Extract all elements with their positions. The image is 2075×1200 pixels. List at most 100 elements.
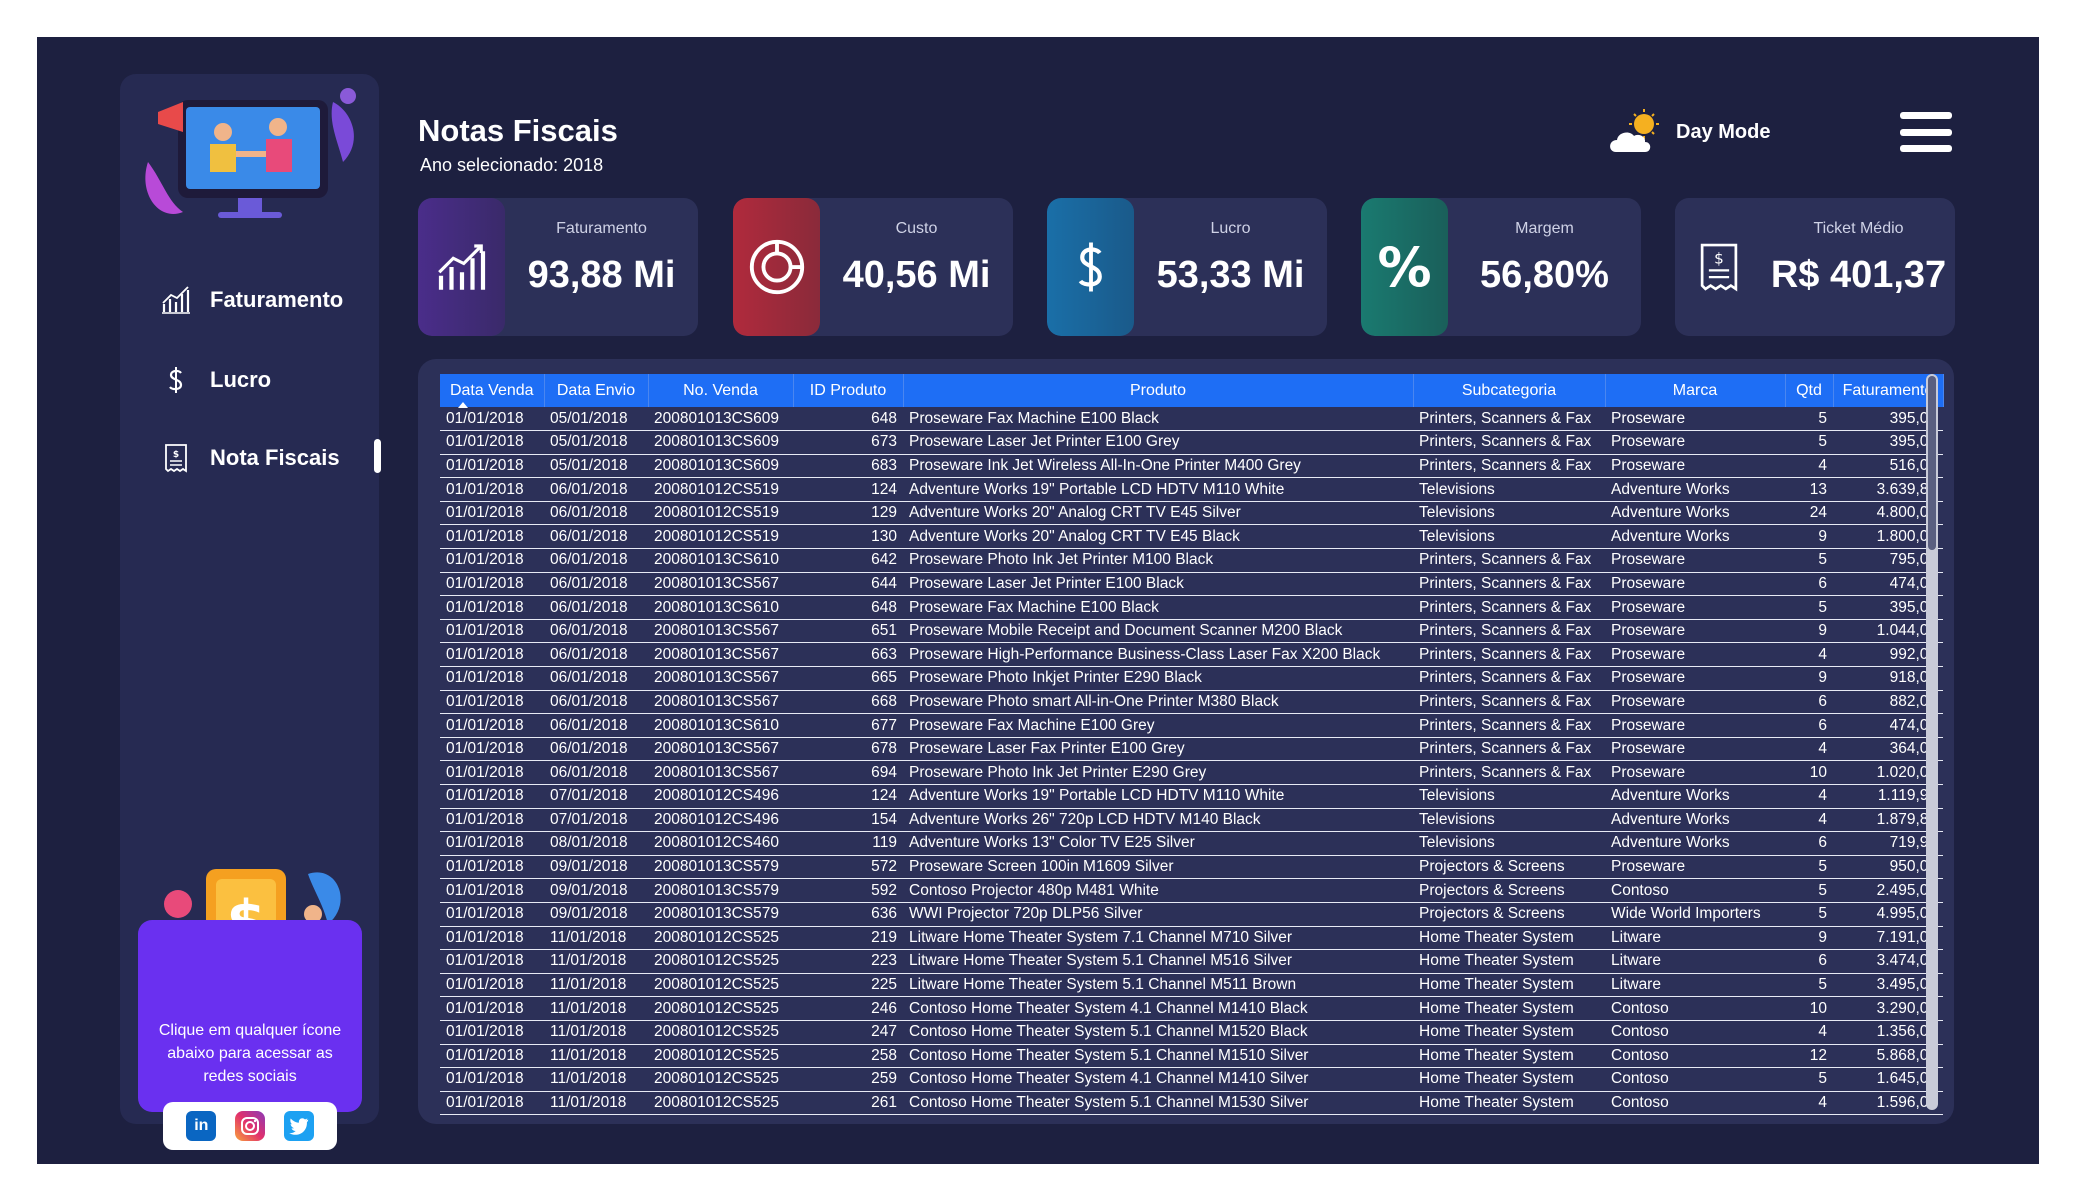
table-row[interactable]: 01/01/2018 11/01/2018 200801012CS525 247 Con…	[440, 1020, 1943, 1045]
table-row[interactable]: 01/01/2018 11/01/2018 200801012CS525 259 Con…	[440, 1067, 1943, 1092]
table-row[interactable]: 01/01/2018 09/01/2018 200801013CS579 572 Pro…	[440, 855, 1943, 880]
table-row[interactable]: 01/01/2018 05/01/2018 200801013CS609 648 Pro…	[440, 407, 1943, 432]
table-cell: 4	[1785, 1091, 1833, 1116]
scrollbar-thumb[interactable]	[1928, 376, 1936, 550]
table-row[interactable]: 01/01/2018 11/01/2018 200801012CS525 261 Con…	[440, 1091, 1943, 1116]
table-cell: 663	[793, 642, 903, 668]
table-cell: Projectors & Screens	[1413, 855, 1605, 880]
day-mode-toggle[interactable]: Day Mode	[1608, 108, 1770, 156]
column-header[interactable]: No. Venda	[648, 374, 794, 407]
table-row[interactable]: 01/01/2018 11/01/2018 200801012CS525 225 Lit…	[440, 973, 1943, 998]
table-row[interactable]: 01/01/2018 06/01/2018 200801013CS610 642 Pro…	[440, 548, 1943, 573]
invoice-table: Data Venda Data Envio No. Venda ID Produto P…	[440, 374, 1944, 1116]
table-cell: 4	[1785, 1020, 1833, 1045]
table-cell: 05/01/2018	[544, 430, 648, 455]
table-cell: Printers, Scanners & Fax	[1413, 619, 1605, 644]
table-cell: Contoso Home Theater System 5.1 Channel …	[903, 1044, 1413, 1069]
table-row[interactable]: 01/01/2018 06/01/2018 200801013CS567 651 Pro…	[440, 619, 1943, 644]
table-row[interactable]: 01/01/2018 11/01/2018 200801012CS525 258 Con…	[440, 1044, 1943, 1069]
column-header[interactable]: Data Venda	[440, 374, 545, 407]
percent-icon: %	[1361, 198, 1448, 336]
table-cell: Proseware Mobile Receipt and Document Sc…	[903, 619, 1413, 644]
table-cell: Printers, Scanners & Fax	[1413, 572, 1605, 597]
table-cell: 13	[1785, 477, 1833, 502]
column-header[interactable]: Qtd	[1785, 374, 1834, 407]
sidebar-item-lucro[interactable]: Lucro	[160, 364, 271, 396]
table-row[interactable]: 01/01/2018 06/01/2018 200801013CS567 663 Pro…	[440, 642, 1943, 668]
table-cell: 261	[793, 1091, 903, 1116]
table-row[interactable]: 01/01/2018 06/01/2018 200801013CS610 648 Pro…	[440, 595, 1943, 620]
table-cell: 01/01/2018	[440, 784, 544, 809]
table-cell: Televisions	[1413, 784, 1605, 809]
column-header[interactable]: ID Produto	[793, 374, 904, 407]
table-cell: 6	[1785, 690, 1833, 715]
table-row[interactable]: 01/01/2018 07/01/2018 200801012CS496 154 Adv…	[440, 808, 1943, 833]
table-row[interactable]: 01/01/2018 06/01/2018 200801012CS519 130 Adv…	[440, 524, 1943, 550]
table-cell: Contoso	[1605, 1091, 1785, 1116]
table-cell: 5	[1785, 973, 1833, 998]
table-row[interactable]: 01/01/2018 07/01/2018 200801012CS496 124 Adv…	[440, 784, 1943, 809]
page-title: Notas Fiscais	[418, 113, 618, 148]
receipt-icon: $	[1675, 198, 1762, 336]
table-cell: 11/01/2018	[544, 973, 648, 998]
table-cell: Printers, Scanners & Fax	[1413, 407, 1605, 432]
table-cell: 9	[1785, 926, 1833, 951]
table-cell: 09/01/2018	[544, 855, 648, 880]
table-row[interactable]: 01/01/2018 05/01/2018 200801013CS609 683 Pro…	[440, 454, 1943, 479]
table-cell: Televisions	[1413, 501, 1605, 526]
table-row[interactable]: 01/01/2018 06/01/2018 200801013CS567 668 Pro…	[440, 690, 1943, 715]
table-cell: 05/01/2018	[544, 407, 648, 432]
kpi-value: 56,80%	[1480, 254, 1609, 296]
table-row[interactable]: 01/01/2018 06/01/2018 200801013CS567 678 Pro…	[440, 737, 1943, 762]
twitter-icon[interactable]	[283, 1111, 314, 1141]
linkedin-icon[interactable]: in	[186, 1111, 217, 1141]
table-cell: Litware Home Theater System 5.1 Channel …	[903, 949, 1413, 974]
table-row[interactable]: 01/01/2018 09/01/2018 200801013CS579 592 Con…	[440, 878, 1943, 903]
table-cell: 10	[1785, 996, 1833, 1021]
sidebar-item-label: Lucro	[210, 367, 272, 392]
table-cell: 200801012CS525	[648, 1067, 793, 1092]
table-cell: Printers, Scanners & Fax	[1413, 548, 1605, 573]
table-cell: 10	[1785, 760, 1833, 785]
table-cell: Adventure Works 13" Color TV E25 Silver	[903, 831, 1413, 856]
table-cell: Proseware	[1605, 666, 1785, 691]
column-header[interactable]: Data Envio	[544, 374, 649, 407]
table-cell: 200801012CS525	[648, 1044, 793, 1069]
table-cell: 01/01/2018	[440, 690, 544, 715]
table-cell: 200801013CS609	[648, 454, 793, 479]
table-cell: 200801013CS579	[648, 902, 793, 927]
table-cell: Printers, Scanners & Fax	[1413, 666, 1605, 691]
menu-icon[interactable]	[1900, 112, 1952, 152]
table-row[interactable]: 01/01/2018 06/01/2018 200801012CS519 124 Adv…	[440, 477, 1943, 502]
table-cell: 6	[1785, 949, 1833, 974]
table-row[interactable]: 01/01/2018 11/01/2018 200801012CS525 219 Lit…	[440, 926, 1943, 951]
table-row[interactable]: 01/01/2018 06/01/2018 200801013CS567 694 Pro…	[440, 760, 1943, 785]
table-row[interactable]: 01/01/2018 06/01/2018 200801013CS610 677 Pro…	[440, 713, 1943, 738]
table-cell: Contoso	[1605, 1044, 1785, 1069]
svg-text:$: $	[1714, 250, 1724, 268]
table-cell: Televisions	[1413, 831, 1605, 856]
table-row[interactable]: 01/01/2018 06/01/2018 200801013CS567 665 Pro…	[440, 666, 1943, 691]
table-row[interactable]: 01/01/2018 11/01/2018 200801012CS525 246 Con…	[440, 996, 1943, 1021]
column-header[interactable]: Marca	[1605, 374, 1786, 407]
table-cell: 01/01/2018	[440, 1091, 544, 1116]
column-header[interactable]: Produto	[903, 374, 1414, 407]
table-cell: 6	[1785, 572, 1833, 597]
table-row[interactable]: 01/01/2018 06/01/2018 200801013CS567 644 Pro…	[440, 572, 1943, 597]
table-cell: 6	[1785, 831, 1833, 856]
sidebar-item-nota-fiscais[interactable]: $ Nota Fiscais	[160, 442, 340, 474]
table-row[interactable]: 01/01/2018 08/01/2018 200801012CS460 119 Adv…	[440, 831, 1943, 856]
sort-ascending-icon[interactable]	[458, 402, 468, 408]
instagram-icon[interactable]	[234, 1111, 265, 1141]
table-cell: 01/01/2018	[440, 1067, 544, 1092]
table-row[interactable]: 01/01/2018 09/01/2018 200801013CS579 636 WWI…	[440, 902, 1943, 927]
table-row[interactable]: 01/01/2018 05/01/2018 200801013CS609 673 Pro…	[440, 430, 1943, 455]
kpi-label: Ticket Médio	[1813, 220, 1904, 237]
table-cell: Printers, Scanners & Fax	[1413, 760, 1605, 785]
sidebar-item-faturamento[interactable]: Faturamento	[160, 284, 343, 316]
table-cell: Home Theater System	[1413, 996, 1605, 1021]
table-row[interactable]: 01/01/2018 11/01/2018 200801012CS525 223 Lit…	[440, 949, 1943, 974]
table-cell: Proseware Laser Fax Printer E100 Grey	[903, 737, 1413, 762]
column-header[interactable]: Subcategoria	[1413, 374, 1606, 407]
table-row[interactable]: 01/01/2018 06/01/2018 200801012CS519 129 Adv…	[440, 501, 1943, 526]
